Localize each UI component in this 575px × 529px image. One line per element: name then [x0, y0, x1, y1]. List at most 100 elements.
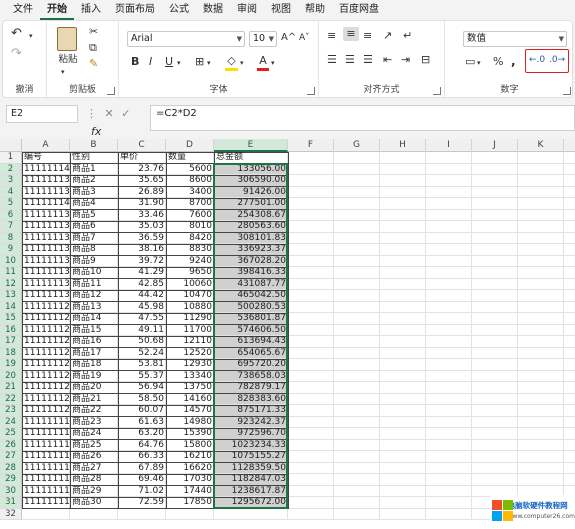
- data-cell[interactable]: 44.42: [118, 290, 166, 302]
- column-header-g[interactable]: G: [334, 139, 380, 152]
- align-bottom-icon[interactable]: ≡: [363, 29, 372, 43]
- paste-dropdown-icon[interactable]: ▾: [61, 65, 65, 79]
- data-cell[interactable]: 商品10: [70, 267, 118, 279]
- data-cell[interactable]: 15800: [166, 440, 214, 452]
- data-cell[interactable]: 12110: [166, 336, 214, 348]
- data-cell[interactable]: 商品20: [70, 382, 118, 394]
- data-cell[interactable]: 111111127: [22, 325, 70, 337]
- data-cell[interactable]: 50.68: [118, 336, 166, 348]
- row-header-23[interactable]: 23: [0, 405, 22, 417]
- data-cell[interactable]: 33.46: [118, 210, 166, 222]
- data-cell[interactable]: 111111117: [22, 440, 70, 452]
- increase-indent-icon[interactable]: ⇥: [401, 53, 410, 67]
- data-cell[interactable]: 15390: [166, 428, 214, 440]
- worksheet-grid[interactable]: ABCDEFGHIJK 1 2 3 4 5 6 7 8 9 10 11 12 13 14 15 16 17 18 1…: [0, 139, 575, 529]
- column-header-h[interactable]: H: [380, 139, 426, 152]
- data-cell[interactable]: 17850: [166, 497, 214, 509]
- data-cell[interactable]: 111111122: [22, 382, 70, 394]
- data-cell[interactable]: 商品27: [70, 463, 118, 475]
- data-cell[interactable]: 67.89: [118, 463, 166, 475]
- data-cell[interactable]: 商品18: [70, 359, 118, 371]
- paste-icon[interactable]: [57, 27, 77, 51]
- data-cell[interactable]: 16620: [166, 463, 214, 475]
- data-cell[interactable]: 69.46: [118, 474, 166, 486]
- decrease-indent-icon[interactable]: ⇤: [383, 53, 392, 67]
- data-cell[interactable]: 商品7: [70, 233, 118, 245]
- data-cell[interactable]: 111111121: [22, 394, 70, 406]
- row-header-14[interactable]: 14: [0, 301, 22, 313]
- data-cell[interactable]: 111111124: [22, 359, 70, 371]
- underline-dropdown-icon[interactable]: ▾: [177, 56, 181, 70]
- data-cell[interactable]: 111111125: [22, 348, 70, 360]
- data-cell[interactable]: 商品22: [70, 405, 118, 417]
- data-cell[interactable]: 47.55: [118, 313, 166, 325]
- row-header-7[interactable]: 7: [0, 221, 22, 233]
- data-cell[interactable]: 10060: [166, 279, 214, 291]
- font-name-select[interactable]: Arial ▼: [127, 31, 245, 47]
- data-cell[interactable]: 60.07: [118, 405, 166, 417]
- data-cell[interactable]: 14980: [166, 417, 214, 429]
- tab-review[interactable]: 审阅: [230, 0, 264, 20]
- data-cell[interactable]: 14160: [166, 394, 214, 406]
- header-cell-a[interactable]: 编号: [22, 152, 70, 164]
- fill-color-dropdown-icon[interactable]: ▾: [240, 56, 244, 70]
- data-cell[interactable]: 111111119: [22, 417, 70, 429]
- undo-icon[interactable]: ↶: [11, 27, 22, 41]
- tab-home[interactable]: 开始: [40, 0, 74, 20]
- data-cell[interactable]: 12930: [166, 359, 214, 371]
- row-header-26[interactable]: 26: [0, 439, 22, 451]
- grow-font-icon[interactable]: A^: [281, 31, 296, 45]
- border-dropdown-icon[interactable]: ▾: [207, 56, 211, 70]
- tab-baidu-netdisk[interactable]: 百度网盘: [332, 0, 386, 20]
- data-cell[interactable]: 商品5: [70, 210, 118, 222]
- undo-dropdown-icon[interactable]: ▾: [29, 29, 33, 43]
- data-cell[interactable]: 商品17: [70, 348, 118, 360]
- data-cell[interactable]: 111111113: [22, 486, 70, 498]
- row-header-4[interactable]: 4: [0, 186, 22, 198]
- tab-data[interactable]: 数据: [196, 0, 230, 20]
- bold-button[interactable]: B: [131, 55, 139, 69]
- format-painter-icon[interactable]: ✎: [89, 57, 98, 71]
- column-header-c[interactable]: C: [118, 139, 166, 152]
- row-header-9[interactable]: 9: [0, 244, 22, 256]
- font-color-dropdown-icon[interactable]: ▾: [271, 56, 275, 70]
- data-cell[interactable]: 42.85: [118, 279, 166, 291]
- data-cell[interactable]: 商品16: [70, 336, 118, 348]
- data-cell[interactable]: 9240: [166, 256, 214, 268]
- header-cell-b[interactable]: 性别: [70, 152, 118, 164]
- data-cell[interactable]: 111111138: [22, 210, 70, 222]
- row-header-27[interactable]: 27: [0, 451, 22, 463]
- accounting-format-icon[interactable]: ▭: [465, 55, 475, 69]
- data-cell[interactable]: 8830: [166, 244, 214, 256]
- row-header-21[interactable]: 21: [0, 382, 22, 394]
- align-top-icon[interactable]: ≡: [327, 29, 336, 43]
- row-header-15[interactable]: 15: [0, 313, 22, 325]
- data-cell[interactable]: 8420: [166, 233, 214, 245]
- data-cell[interactable]: 商品15: [70, 325, 118, 337]
- data-cell[interactable]: 35.03: [118, 221, 166, 233]
- data-cell[interactable]: 111111132: [22, 267, 70, 279]
- number-format-select[interactable]: 数值 ▼: [463, 31, 567, 47]
- row-header-30[interactable]: 30: [0, 485, 22, 497]
- data-cell[interactable]: 8700: [166, 198, 214, 210]
- column-header-e[interactable]: E: [214, 139, 288, 152]
- header-cell-c[interactable]: 单价: [118, 152, 166, 164]
- row-header-17[interactable]: 17: [0, 336, 22, 348]
- data-cell[interactable]: 111111115: [22, 463, 70, 475]
- row-header-16[interactable]: 16: [0, 324, 22, 336]
- data-cell[interactable]: 71.02: [118, 486, 166, 498]
- data-cell[interactable]: 17440: [166, 486, 214, 498]
- data-cell[interactable]: 13340: [166, 371, 214, 383]
- data-cell[interactable]: 66.33: [118, 451, 166, 463]
- accounting-dropdown-icon[interactable]: ▾: [477, 56, 481, 70]
- data-cell[interactable]: 商品2: [70, 175, 118, 187]
- copy-icon[interactable]: ⧉: [89, 41, 97, 55]
- column-header-d[interactable]: D: [166, 139, 214, 152]
- row-header-10[interactable]: 10: [0, 255, 22, 267]
- data-cell[interactable]: 45.98: [118, 302, 166, 314]
- row-header-11[interactable]: 11: [0, 267, 22, 279]
- font-launcher-icon[interactable]: [307, 87, 315, 95]
- column-header-k[interactable]: K: [518, 139, 564, 152]
- data-cell[interactable]: 111111120: [22, 405, 70, 417]
- data-cell[interactable]: 商品28: [70, 474, 118, 486]
